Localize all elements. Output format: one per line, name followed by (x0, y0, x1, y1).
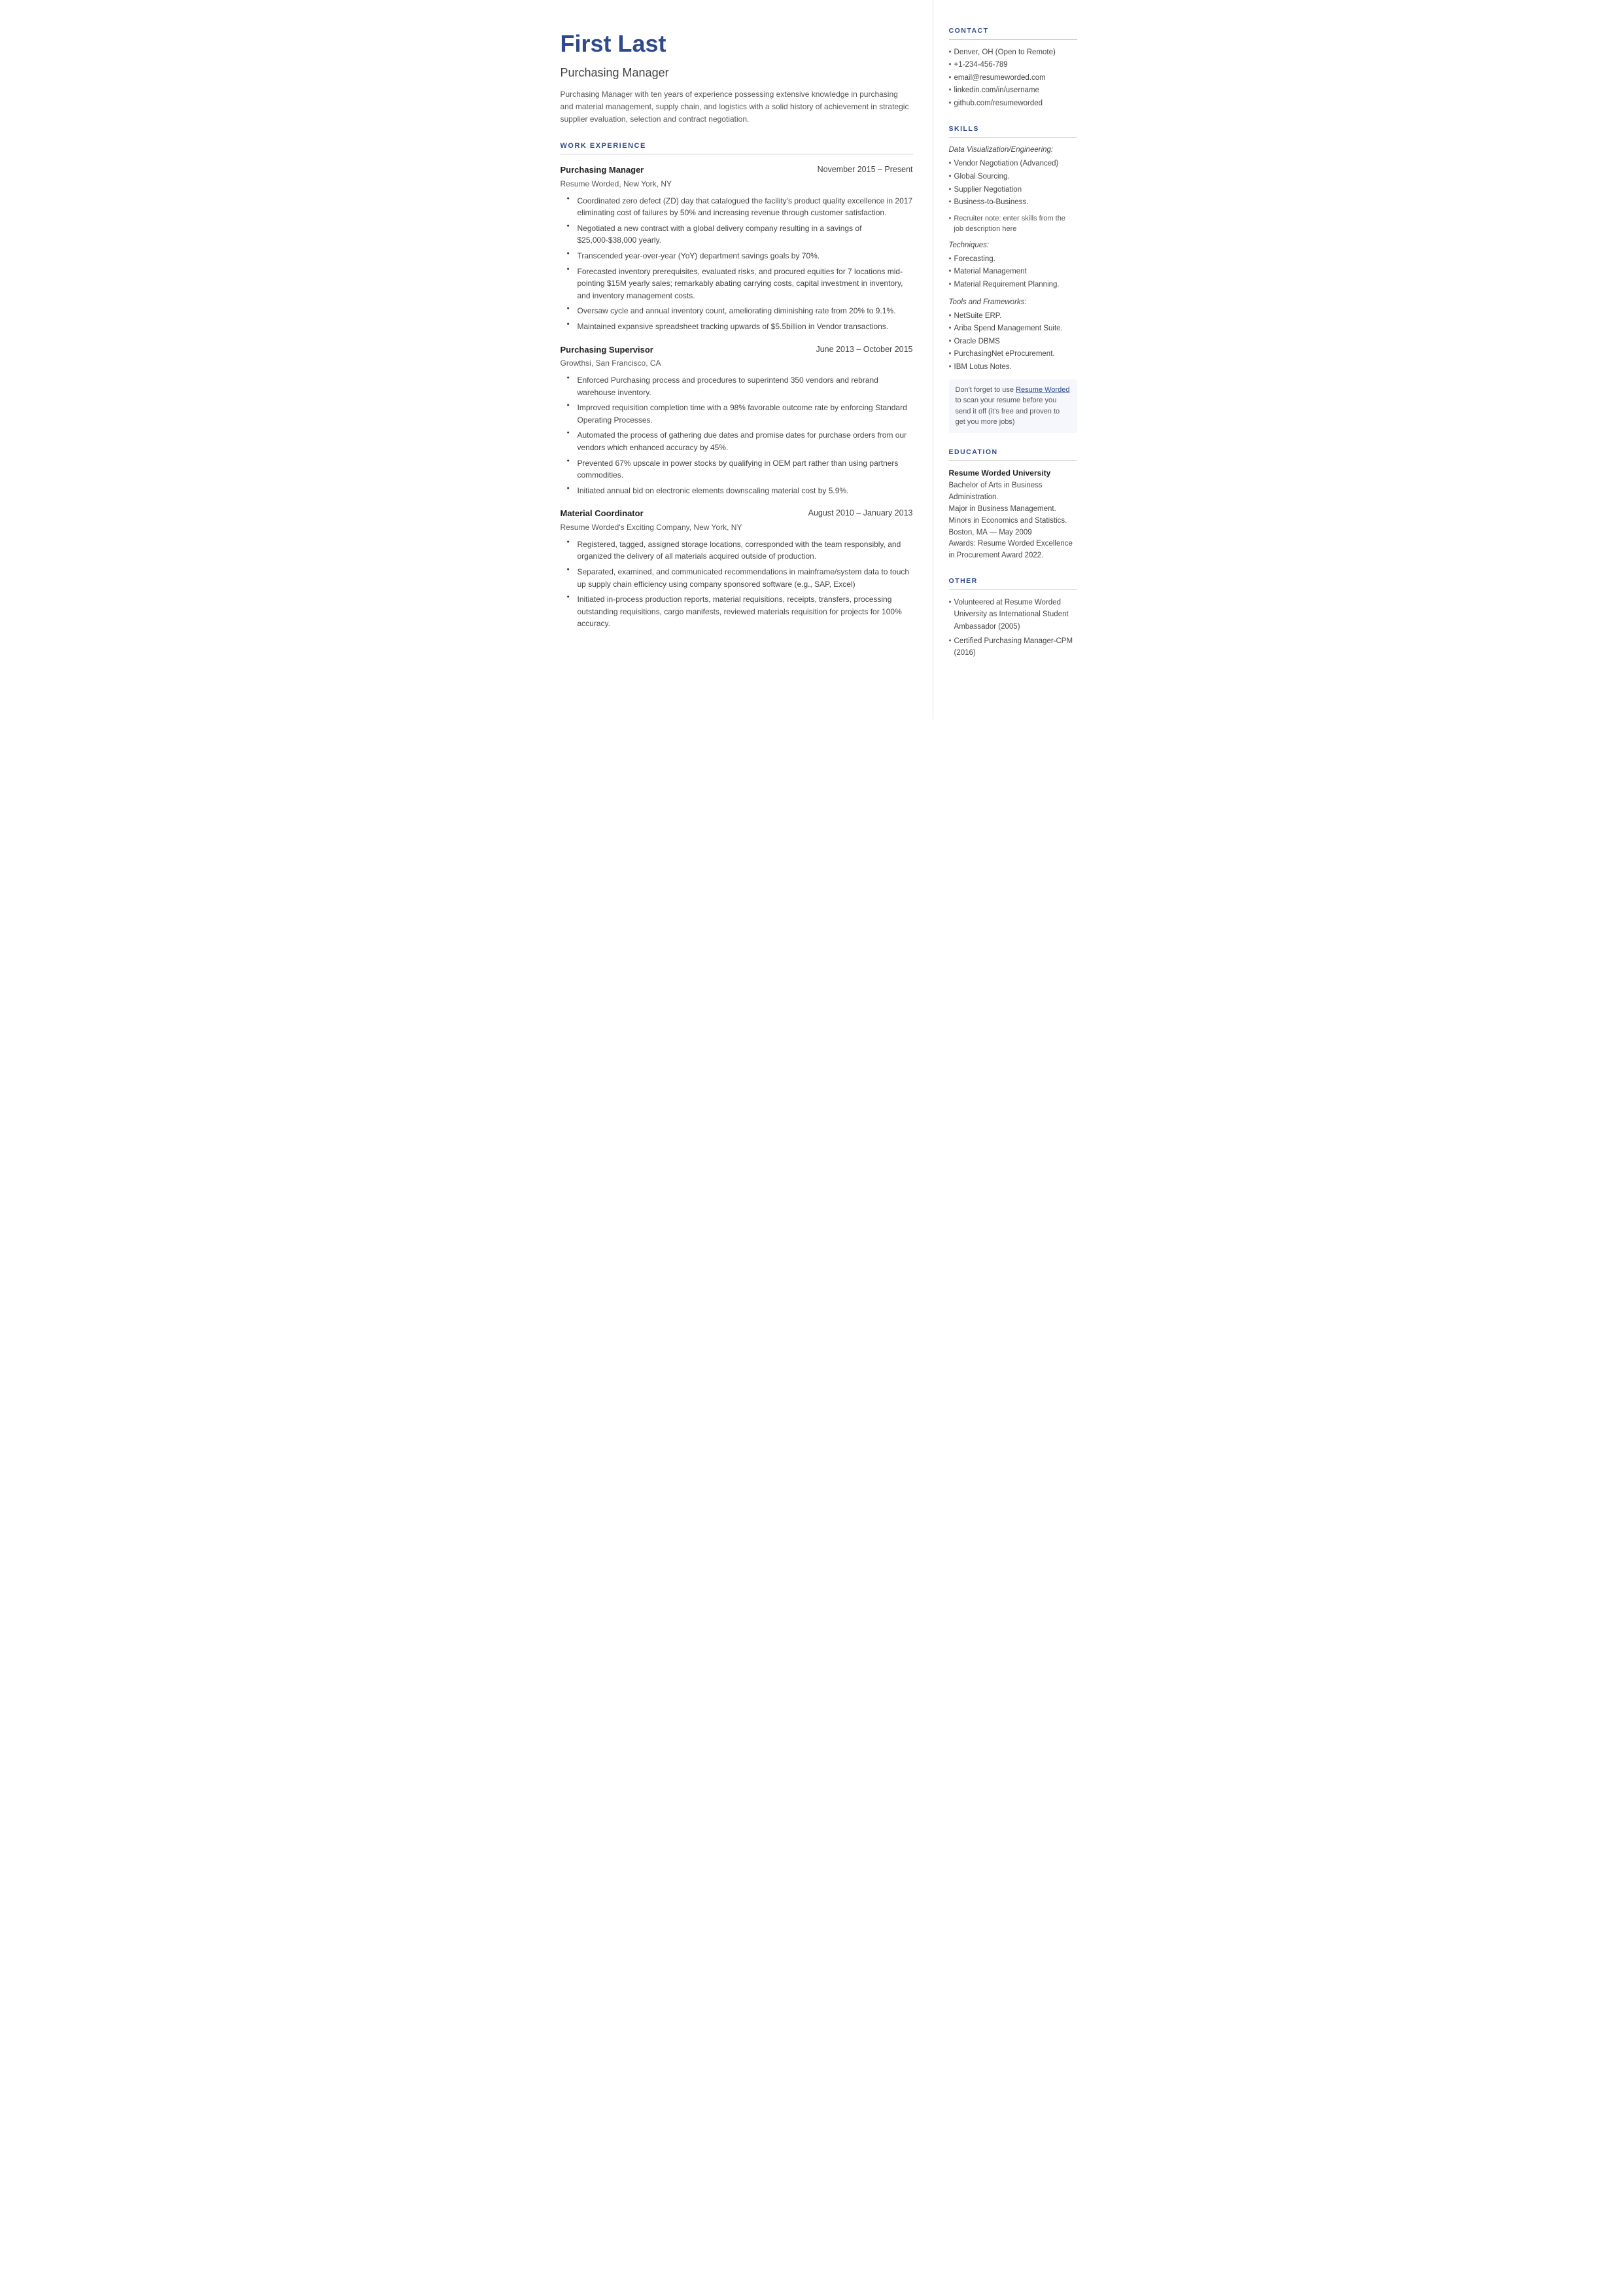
bullet-item: Automated the process of gathering due d… (567, 429, 913, 453)
skill-category-tools: Tools and Frameworks: (949, 297, 1077, 308)
job-1-dates: November 2015 – Present (818, 164, 913, 176)
candidate-title: Purchasing Manager (561, 64, 913, 82)
bullet-item: Initiated annual bid on electronic eleme… (567, 485, 913, 497)
edu-location-date: Boston, MA — May 2009 (949, 527, 1077, 539)
contact-item: email@resumeworded.com (949, 72, 1077, 85)
bullet-item: Coordinated zero defect (ZD) day that ca… (567, 195, 913, 219)
skill-item: Business-to-Business. (949, 196, 1077, 209)
candidate-name: First Last (561, 26, 913, 61)
bullet-item: Improved requisition completion time wit… (567, 402, 913, 426)
bullet-item: Transcended year-over-year (YoY) departm… (567, 250, 913, 262)
skill-item: Supplier Negotiation (949, 184, 1077, 197)
job-3-header: Material Coordinator August 2010 – Janua… (561, 507, 913, 520)
skill-category-data-viz: Data Visualization/Engineering: (949, 145, 1077, 156)
skill-item: Oracle DBMS (949, 336, 1077, 349)
skill-item: Vendor Negotiation (Advanced) (949, 158, 1077, 171)
recruiter-note: Recruiter note: enter skills from the jo… (949, 213, 1077, 235)
contact-item: linkedin.com/in/username (949, 84, 1077, 97)
contact-item: github.com/resumeworded (949, 97, 1077, 111)
resume-page: First Last Purchasing Manager Purchasing… (534, 0, 1090, 720)
bullet-item: Negotiated a new contract with a global … (567, 222, 913, 247)
skills-section-title: SKILLS (949, 124, 1077, 138)
bullet-item: Maintained expansive spreadsheet trackin… (567, 321, 913, 333)
job-2-dates: June 2013 – October 2015 (816, 343, 912, 356)
other-section-title: OTHER (949, 576, 1077, 590)
bullet-item: Prevented 67% upscale in power stocks by… (567, 457, 913, 482)
skill-category-techniques: Techniques: (949, 240, 1077, 251)
job-2-company: Growthsi, San Francisco, CA (561, 357, 913, 369)
job-3-title: Material Coordinator (561, 507, 644, 520)
right-column: CONTACT Denver, OH (Open to Remote) +1-2… (933, 0, 1090, 720)
job-2-header: Purchasing Supervisor June 2013 – Octobe… (561, 343, 913, 357)
edu-award: Awards: Resume Worded Excellence in Proc… (949, 538, 1077, 562)
job-1-title: Purchasing Manager (561, 164, 644, 177)
edu-university-name: Resume Worded University (949, 467, 1077, 479)
skill-item: Forecasting. (949, 253, 1077, 266)
bullet-item: Forecasted inventory prerequisites, eval… (567, 266, 913, 302)
education-section: EDUCATION Resume Worded University Bache… (949, 447, 1077, 562)
other-item: Certified Purchasing Manager-CPM (2016) (949, 635, 1077, 659)
bullet-item: Registered, tagged, assigned storage loc… (567, 538, 913, 563)
contact-item: Denver, OH (Open to Remote) (949, 46, 1077, 60)
skills-section: SKILLS Data Visualization/Engineering: V… (949, 124, 1077, 432)
header-section: First Last Purchasing Manager Purchasing… (561, 26, 913, 126)
left-column: First Last Purchasing Manager Purchasing… (534, 0, 933, 720)
bullet-item: Initiated in-process production reports,… (567, 593, 913, 630)
job-1-company: Resume Worded, New York, NY (561, 178, 913, 190)
job-2-bullets: Enforced Purchasing process and procedur… (561, 374, 913, 497)
job-1-header: Purchasing Manager November 2015 – Prese… (561, 164, 913, 177)
edu-degree: Bachelor of Arts in Business Administrat… (949, 480, 1077, 504)
job-2-title: Purchasing Supervisor (561, 343, 653, 357)
skill-item: Material Requirement Planning. (949, 279, 1077, 292)
skill-item: Ariba Spend Management Suite. (949, 323, 1077, 336)
job-1-bullets: Coordinated zero defect (ZD) day that ca… (561, 195, 913, 333)
job-3-bullets: Registered, tagged, assigned storage loc… (561, 538, 913, 630)
skill-item: Global Sourcing. (949, 171, 1077, 184)
job-1: Purchasing Manager November 2015 – Prese… (561, 164, 913, 332)
edu-major: Major in Business Management. (949, 504, 1077, 516)
education-section-title: EDUCATION (949, 447, 1077, 461)
job-3-company: Resume Worded's Exciting Company, New Yo… (561, 521, 913, 533)
contact-item: +1-234-456-789 (949, 59, 1077, 72)
contact-section-title: CONTACT (949, 26, 1077, 40)
bullet-item: Enforced Purchasing process and procedur… (567, 374, 913, 398)
skill-item: NetSuite ERP. (949, 310, 1077, 323)
skill-item: Material Management (949, 266, 1077, 279)
contact-section: CONTACT Denver, OH (Open to Remote) +1-2… (949, 26, 1077, 110)
skill-item: PurchasingNet eProcurement. (949, 348, 1077, 361)
scan-note: Don't forget to use Resume Worded to sca… (949, 379, 1077, 433)
other-item: Volunteered at Resume Worded University … (949, 597, 1077, 633)
edu-minor: Minors in Economics and Statistics. (949, 516, 1077, 527)
job-3: Material Coordinator August 2010 – Janua… (561, 507, 913, 630)
bullet-item: Separated, examined, and communicated re… (567, 566, 913, 590)
job-2: Purchasing Supervisor June 2013 – Octobe… (561, 343, 913, 497)
work-experience-section-title: WORK EXPERIENCE (561, 141, 913, 155)
scan-note-prefix: Don't forget to use (956, 386, 1016, 394)
skill-item: IBM Lotus Notes. (949, 361, 1077, 374)
job-3-dates: August 2010 – January 2013 (808, 507, 913, 519)
other-section: OTHER Volunteered at Resume Worded Unive… (949, 576, 1077, 659)
bullet-item: Oversaw cycle and annual inventory count… (567, 305, 913, 317)
scan-note-link[interactable]: Resume Worded (1016, 386, 1069, 394)
scan-note-suffix: to scan your resume before you send it o… (956, 396, 1060, 426)
summary-text: Purchasing Manager with ten years of exp… (561, 88, 913, 126)
